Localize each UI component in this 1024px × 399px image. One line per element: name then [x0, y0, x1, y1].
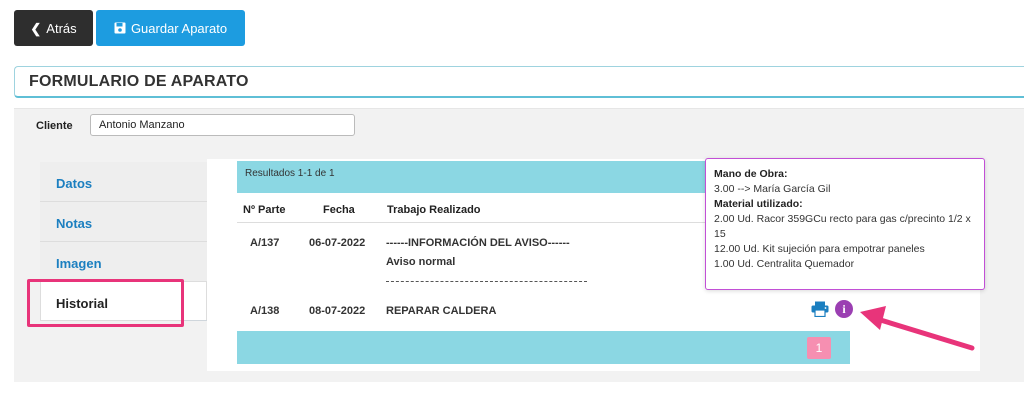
tab-underline	[182, 320, 207, 321]
cell-trabajo-line1: REPARAR CALDERA	[386, 305, 497, 317]
pager-bar: 1	[237, 331, 850, 364]
page-title: FORMULARIO DE APARATO	[29, 73, 249, 90]
column-header-parte: Nº Parte	[243, 204, 286, 216]
tooltip-material-title: Material utilizado:	[714, 198, 803, 210]
column-header-trabajo: Trabajo Realizado	[387, 204, 481, 216]
tooltip-labor-line: 3.00 --> María García Gil	[714, 183, 831, 195]
cell-parte: A/138	[250, 305, 280, 317]
client-field[interactable]	[90, 114, 355, 136]
trabajo-separator	[386, 281, 587, 282]
info-tooltip: Mano de Obra: 3.00 --> María García Gil …	[705, 158, 985, 290]
tab-notas[interactable]: Notas	[40, 202, 207, 242]
tab-datos[interactable]: Datos	[40, 162, 207, 202]
cell-parte: A/137	[250, 237, 280, 249]
back-button-label: Atrás	[46, 20, 77, 36]
tooltip-material-line: 1.00 Ud. Centralita Quemador	[714, 258, 855, 270]
cell-fecha: 08-07-2022	[309, 305, 366, 317]
cell-trabajo-line2: Aviso normal	[386, 256, 456, 268]
save-button-label: Guardar Aparato	[130, 20, 228, 36]
tab-historial[interactable]: Historial	[40, 281, 207, 321]
tab-imagen[interactable]: Imagen	[40, 242, 207, 282]
page-button-1[interactable]: 1	[807, 337, 831, 359]
back-button[interactable]: ❮ Atrás	[14, 10, 93, 46]
cell-trabajo-line1: ------INFORMACIÓN DEL AVISO------	[386, 237, 570, 249]
save-button[interactable]: Guardar Aparato	[96, 10, 245, 46]
client-label: Cliente	[36, 120, 73, 132]
tooltip-material-line: 2.00 Ud. Racor 359GCu recto para gas c/p…	[714, 213, 971, 240]
cell-fecha: 06-07-2022	[309, 237, 366, 249]
info-icon[interactable]: i	[835, 300, 853, 318]
column-header-fecha: Fecha	[323, 204, 355, 216]
tooltip-material-line: 12.00 Ud. Kit sujeción para empotrar pan…	[714, 243, 925, 255]
tooltip-labor-title: Mano de Obra:	[714, 168, 788, 180]
page-title-box: FORMULARIO DE APARATO	[14, 66, 1024, 98]
floppy-disk-icon	[114, 22, 126, 34]
results-count: Resultados 1-1 de 1	[245, 168, 335, 179]
printer-icon[interactable]	[811, 301, 829, 317]
chevron-left-icon: ❮	[30, 20, 42, 36]
